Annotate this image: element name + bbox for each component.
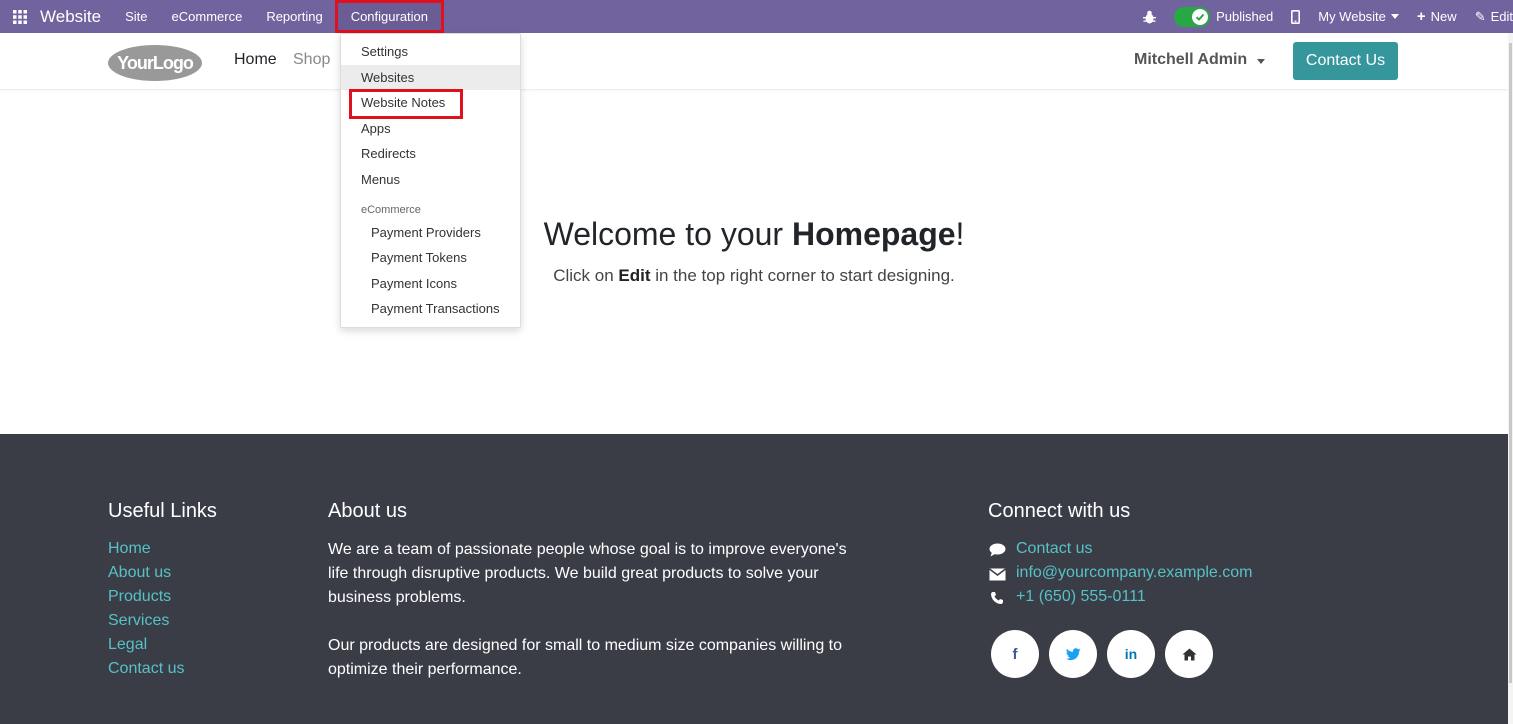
menu-ecommerce[interactable]: eCommerce <box>160 0 255 33</box>
home-icon[interactable] <box>1165 630 1213 678</box>
footer-link-contact-us[interactable]: Contact us <box>108 660 184 678</box>
new-label: New <box>1430 9 1457 24</box>
site-footer: Useful Links Home About us Products Serv… <box>0 434 1508 724</box>
dropdown-item-payment-providers[interactable]: Payment Providers <box>341 220 520 245</box>
footer-contact-us-link[interactable]: Contact us <box>1016 540 1092 558</box>
footer-link-about-us[interactable]: About us <box>108 564 171 582</box>
check-icon <box>1192 8 1209 25</box>
apps-grid-icon[interactable] <box>0 0 40 33</box>
nav-shop[interactable]: Shop <box>293 51 330 69</box>
about-line: We are a team of passionate people whose… <box>328 541 847 558</box>
envelope-icon <box>988 566 1006 582</box>
caret-down-icon <box>1257 59 1266 64</box>
linkedin-icon[interactable]: in <box>1107 630 1155 678</box>
dropdown-item-payment-tokens[interactable]: Payment Tokens <box>341 245 520 270</box>
configuration-dropdown: Settings Websites Website Notes Apps Red… <box>340 33 521 328</box>
useful-links-heading: Useful Links <box>108 500 217 522</box>
site-logo[interactable]: YourLogo <box>108 44 203 82</box>
user-name: Mitchell Admin <box>1134 51 1248 68</box>
facebook-icon[interactable]: f <box>991 630 1039 678</box>
footer-link-services[interactable]: Services <box>108 612 169 630</box>
scrollbar-thumb[interactable] <box>1509 43 1512 683</box>
chat-bubble-icon <box>988 542 1006 558</box>
topbar-right: Published My Website + New ✎ Edit <box>1134 0 1513 33</box>
about-paragraph-1: We are a team of passionate people whose… <box>328 538 847 610</box>
hero-title: Welcome to your Homepage! <box>0 216 1508 253</box>
hero-sub-prefix: Click on <box>553 266 619 285</box>
hero-subtitle: Click on Edit in the top right corner to… <box>0 266 1508 286</box>
dropdown-item-websites[interactable]: Websites <box>341 65 520 90</box>
contact-us-button[interactable]: Contact Us <box>1293 42 1398 80</box>
hero-sub-bold: Edit <box>618 266 651 285</box>
highlight-box <box>349 89 463 119</box>
app-brand[interactable]: Website <box>40 7 113 27</box>
about-line: life through disruptive products. We bui… <box>328 565 819 582</box>
phone-icon <box>988 590 1006 606</box>
dropdown-item-payment-transactions[interactable]: Payment Transactions <box>341 296 520 321</box>
twitter-icon[interactable] <box>1049 630 1097 678</box>
connect-heading: Connect with us <box>988 500 1131 522</box>
about-paragraph-2: Our products are designed for small to m… <box>328 634 842 682</box>
dropdown-item-settings[interactable]: Settings <box>341 39 520 64</box>
pencil-icon: ✎ <box>1474 8 1486 24</box>
about-us-heading: About us <box>328 500 407 522</box>
about-line: Our products are designed for small to m… <box>328 637 843 654</box>
hero-title-bold: Homepage <box>791 216 956 252</box>
menu-site[interactable]: Site <box>113 0 159 33</box>
dropdown-item-payment-icons[interactable]: Payment Icons <box>341 271 520 296</box>
my-website-dropdown[interactable]: My Website <box>1309 0 1408 33</box>
mobile-preview-icon[interactable] <box>1282 0 1309 33</box>
about-line: optimize their performance. <box>328 661 522 678</box>
toggle-switch[interactable] <box>1174 6 1211 27</box>
admin-topbar: Website Site eCommerce Reporting Configu… <box>0 0 1513 33</box>
menu-reporting[interactable]: Reporting <box>254 0 334 33</box>
caret-down-icon <box>1390 14 1399 19</box>
menu-configuration[interactable]: Configuration <box>334 0 445 33</box>
debug-bug-icon[interactable] <box>1134 0 1165 33</box>
footer-phone-link[interactable]: +1 (650) 555-0111 <box>1016 588 1146 606</box>
dropdown-item-redirects[interactable]: Redirects <box>341 141 520 166</box>
hero-title-prefix: Welcome to your <box>543 216 792 252</box>
my-website-label: My Website <box>1318 9 1386 24</box>
dropdown-item-menus[interactable]: Menus <box>341 167 520 192</box>
nav-home[interactable]: Home <box>234 51 277 69</box>
footer-link-legal[interactable]: Legal <box>108 636 147 654</box>
page-scrollbar[interactable] <box>1508 33 1513 724</box>
publish-toggle[interactable]: Published <box>1165 0 1282 33</box>
about-line: business problems. <box>328 589 466 606</box>
user-menu[interactable]: Mitchell Admin <box>1134 51 1266 69</box>
plus-icon: + <box>1416 8 1426 25</box>
hero-sub-suffix: in the top right corner to start designi… <box>650 266 955 285</box>
footer-link-products[interactable]: Products <box>108 588 171 606</box>
new-button[interactable]: + New <box>1408 0 1466 33</box>
dropdown-item-apps[interactable]: Apps <box>341 116 520 141</box>
svg-text:YourLogo: YourLogo <box>117 53 194 73</box>
dropdown-section-ecommerce: eCommerce <box>361 204 421 216</box>
edit-button[interactable]: ✎ Edit <box>1466 0 1513 33</box>
website-header: YourLogo Home Shop Mitchell Admin Contac… <box>0 33 1508 90</box>
footer-link-home[interactable]: Home <box>108 540 151 558</box>
footer-email-link[interactable]: info@yourcompany.example.com <box>1016 564 1253 582</box>
published-label: Published <box>1216 9 1274 24</box>
hero-title-suffix: ! <box>955 216 965 252</box>
edit-label: Edit <box>1490 9 1513 24</box>
